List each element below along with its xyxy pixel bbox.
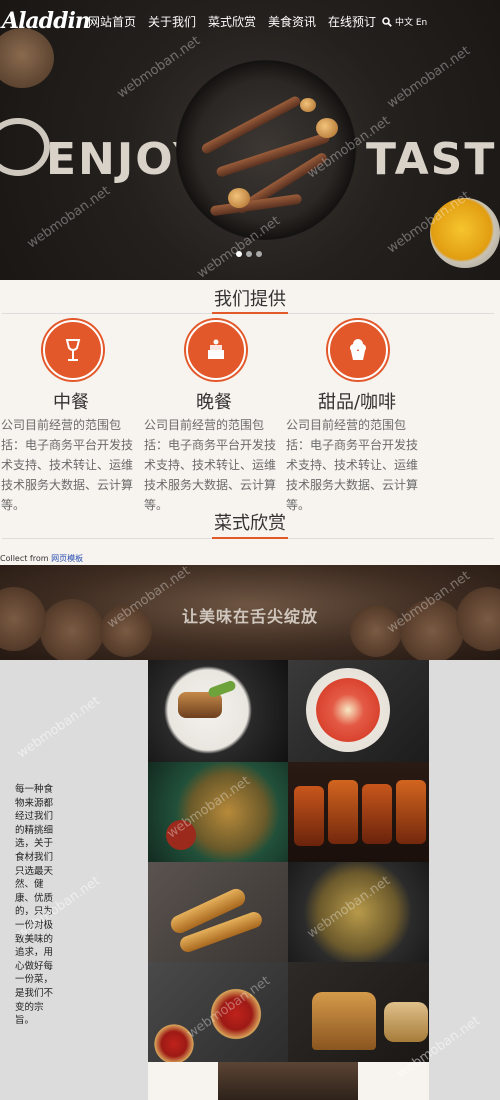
garlic [316,118,338,138]
nav-item-booking[interactable]: 在线预订 [328,13,376,30]
nav-item-dishes[interactable]: 菜式欣赏 [208,13,256,30]
nav-item-about[interactable]: 关于我们 [148,13,196,30]
dish-photo-8[interactable] [288,962,429,1062]
watermark: webmoban.net [384,43,473,112]
slider-dot[interactable] [236,251,242,257]
top-nav: Aladdin 网站首页 关于我们 菜式欣赏 美食资讯 在线预订 中文 En [0,0,500,40]
slider-dot[interactable] [256,251,262,257]
gallery-side-panel [429,660,500,1100]
service-name-1: 中餐 [53,392,89,413]
hero-word-right: TASTE [366,134,500,185]
garlic [300,98,316,112]
title-accent [212,312,288,314]
logo[interactable]: Aladdin [2,8,91,34]
garlic [228,188,250,208]
nav-item-news[interactable]: 美食资讯 [268,13,316,30]
search-icon[interactable] [382,16,392,27]
watermark: webmoban.net [114,33,203,102]
collect-credit: Collect from 网页模板 [0,553,83,564]
watermark: webmoban.net [24,183,113,252]
dish-photo-1[interactable] [148,660,288,762]
title-accent [212,537,288,539]
gallery-slogan: 让美味在舌尖绽放 [181,607,318,626]
dish-photo-6[interactable] [288,862,429,962]
cup-image [0,118,50,176]
service-desc-3: 公司目前经营的范围包括：电子商务平台开发技术支持、技术转让、运维技术服务大数据、… [286,418,419,512]
cupcake-icon [350,339,366,360]
service-icon-3 [328,320,388,380]
dish-photo-4[interactable] [288,762,429,862]
nav-item-home[interactable]: 网站首页 [88,13,136,30]
dish-photo-9[interactable] [218,1062,358,1100]
service-desc-2: 公司目前经营的范围包括：电子商务平台开发技术支持、技术转让、运维技术服务大数据、… [144,418,277,512]
service-icon-1 [43,320,103,380]
dish-photo-7[interactable] [148,962,288,1062]
services-title: 我们提供 [214,289,286,310]
dish-photo-2[interactable] [288,660,429,762]
slider-dots [236,251,262,257]
gallery-intro-text: 每一种食物来源都经过我们的精挑细选，关于食材我们只选最天然、健康、优质的，只为一… [15,784,54,1027]
gallery-title: 菜式欣赏 [214,513,286,534]
wine-glass-icon [65,339,81,361]
service-name-3: 甜品/咖啡 [317,392,397,413]
collect-link[interactable]: 网页模板 [51,554,83,563]
service-icon-2 [186,320,246,380]
dish-photo-5[interactable] [148,862,288,962]
hero-slider[interactable]: ENJOY TASTE webmoban.net webmoban.net we… [0,0,500,280]
slider-dot[interactable] [246,251,252,257]
collect-prefix: Collect from [0,554,52,563]
cake-icon [208,339,224,359]
lang-switch[interactable]: 中文 En [382,15,427,28]
dish-photo-3[interactable] [148,762,288,862]
lang-label[interactable]: 中文 En [395,15,427,28]
service-desc-1: 公司目前经营的范围包括：电子商务平台开发技术支持、技术转让、运维技术服务大数据、… [1,418,134,512]
service-name-2: 晚餐 [196,392,232,413]
lemon-drink-image [430,198,500,268]
